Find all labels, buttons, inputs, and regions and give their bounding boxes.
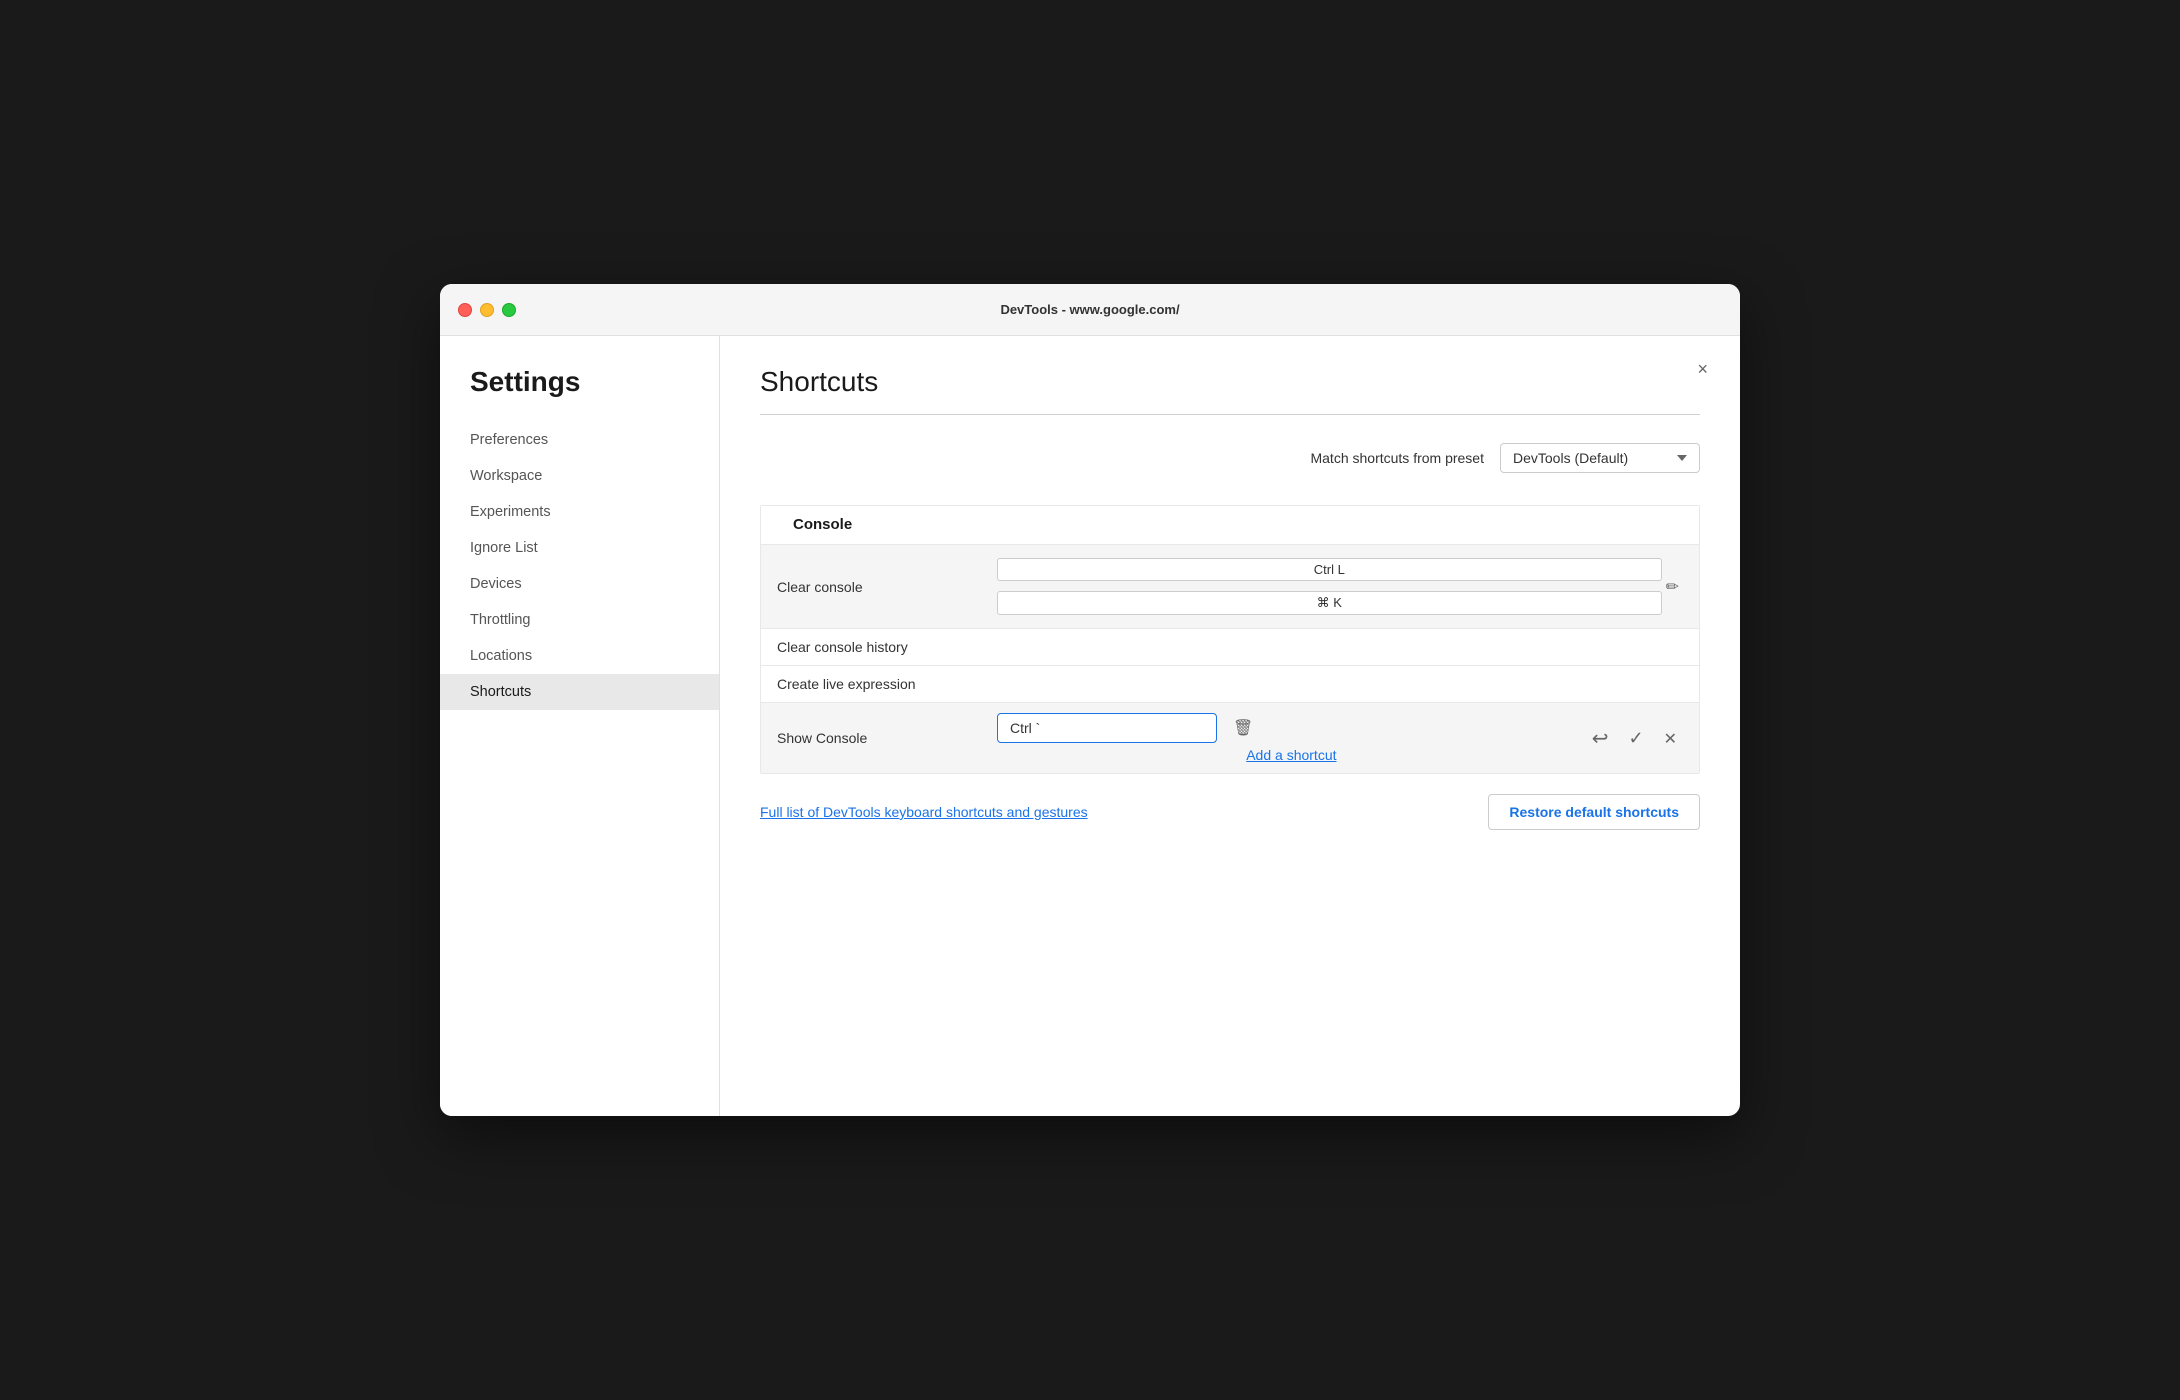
edit-icon: ✏ <box>1666 579 1679 596</box>
key-badge-ctrl-l: Ctrl L <box>997 558 1662 581</box>
close-traffic-light[interactable] <box>458 303 472 317</box>
preset-select[interactable]: DevTools (Default) Visual Studio Code <box>1500 443 1700 473</box>
undo-shortcut-button[interactable]: ↩ <box>1586 722 1615 755</box>
console-section-header: Console <box>761 506 1699 544</box>
sidebar-item-preferences[interactable]: Preferences <box>440 422 719 458</box>
shortcut-row-clear-console-history: Clear console history <box>761 628 1699 665</box>
key-badge-cmd-k: ⌘ K <box>997 591 1662 615</box>
sidebar-item-throttling[interactable]: Throttling <box>440 602 719 638</box>
full-list-link[interactable]: Full list of DevTools keyboard shortcuts… <box>760 804 1088 820</box>
settings-window: DevTools - www.google.com/ Settings Pref… <box>440 284 1740 1116</box>
shortcut-keys-show-console: 🗑 Add a shortcut <box>997 713 1586 763</box>
restore-defaults-button[interactable]: Restore default shortcuts <box>1488 794 1700 830</box>
shortcut-input-show-console[interactable] <box>997 713 1217 743</box>
sidebar: Settings Preferences Workspace Experimen… <box>440 336 720 1116</box>
undo-icon: ↩ <box>1592 728 1609 750</box>
shortcut-name-show-console: Show Console <box>777 730 997 746</box>
preset-label: Match shortcuts from preset <box>1310 450 1484 466</box>
sidebar-item-locations[interactable]: Locations <box>440 638 719 674</box>
sidebar-item-workspace[interactable]: Workspace <box>440 458 719 494</box>
shortcut-name-clear-console-history: Clear console history <box>777 639 997 655</box>
sidebar-item-devices[interactable]: Devices <box>440 566 719 602</box>
preset-row: Match shortcuts from preset DevTools (De… <box>760 443 1700 473</box>
shortcut-keys-clear-console: Ctrl L ⌘ K <box>997 555 1662 618</box>
sidebar-item-ignore-list[interactable]: Ignore List <box>440 530 719 566</box>
delete-shortcut-button[interactable]: 🗑 <box>1225 714 1261 742</box>
shortcut-actions-clear-console: ✏ <box>1662 573 1683 601</box>
titlebar: DevTools - www.google.com/ <box>440 284 1740 336</box>
shortcut-name-create-live-expression: Create live expression <box>777 676 997 692</box>
sidebar-item-shortcuts[interactable]: Shortcuts <box>440 674 719 710</box>
confirm-shortcut-button[interactable]: ✓ <box>1623 724 1650 753</box>
edit-clear-console-button[interactable]: ✏ <box>1662 573 1683 601</box>
shortcut-row-clear-console: Clear console Ctrl L ⌘ K ✏ <box>761 544 1699 628</box>
shortcut-edit-actions-show-console: ↩ ✓ ✕ <box>1586 722 1683 755</box>
delete-icon: 🗑 <box>1233 720 1253 737</box>
sidebar-heading: Settings <box>440 366 719 422</box>
confirm-icon: ✓ <box>1629 728 1644 748</box>
close-button[interactable]: × <box>1689 356 1716 382</box>
settings-body: Settings Preferences Workspace Experimen… <box>440 336 1740 1116</box>
title-divider <box>760 414 1700 415</box>
shortcut-row-create-live-expression: Create live expression <box>761 665 1699 702</box>
shortcut-name-clear-console: Clear console <box>777 579 997 595</box>
shortcut-input-row: 🗑 <box>997 713 1586 743</box>
cancel-shortcut-button[interactable]: ✕ <box>1658 724 1683 753</box>
traffic-lights <box>458 303 516 317</box>
console-section: Console Clear console Ctrl L ⌘ K ✏ <box>760 505 1700 774</box>
add-shortcut-button[interactable]: Add a shortcut <box>997 747 1586 763</box>
page-title: Shortcuts <box>760 366 1700 398</box>
window-title: DevTools - www.google.com/ <box>1000 302 1179 317</box>
sidebar-item-experiments[interactable]: Experiments <box>440 494 719 530</box>
maximize-traffic-light[interactable] <box>502 303 516 317</box>
cancel-icon: ✕ <box>1664 731 1677 748</box>
shortcut-row-show-console: Show Console 🗑 Add a shortcut ↩ <box>761 702 1699 773</box>
main-content: × Shortcuts Match shortcuts from preset … <box>720 336 1740 1116</box>
footer-row: Full list of DevTools keyboard shortcuts… <box>760 794 1700 830</box>
console-section-title: Console <box>777 508 868 541</box>
minimize-traffic-light[interactable] <box>480 303 494 317</box>
